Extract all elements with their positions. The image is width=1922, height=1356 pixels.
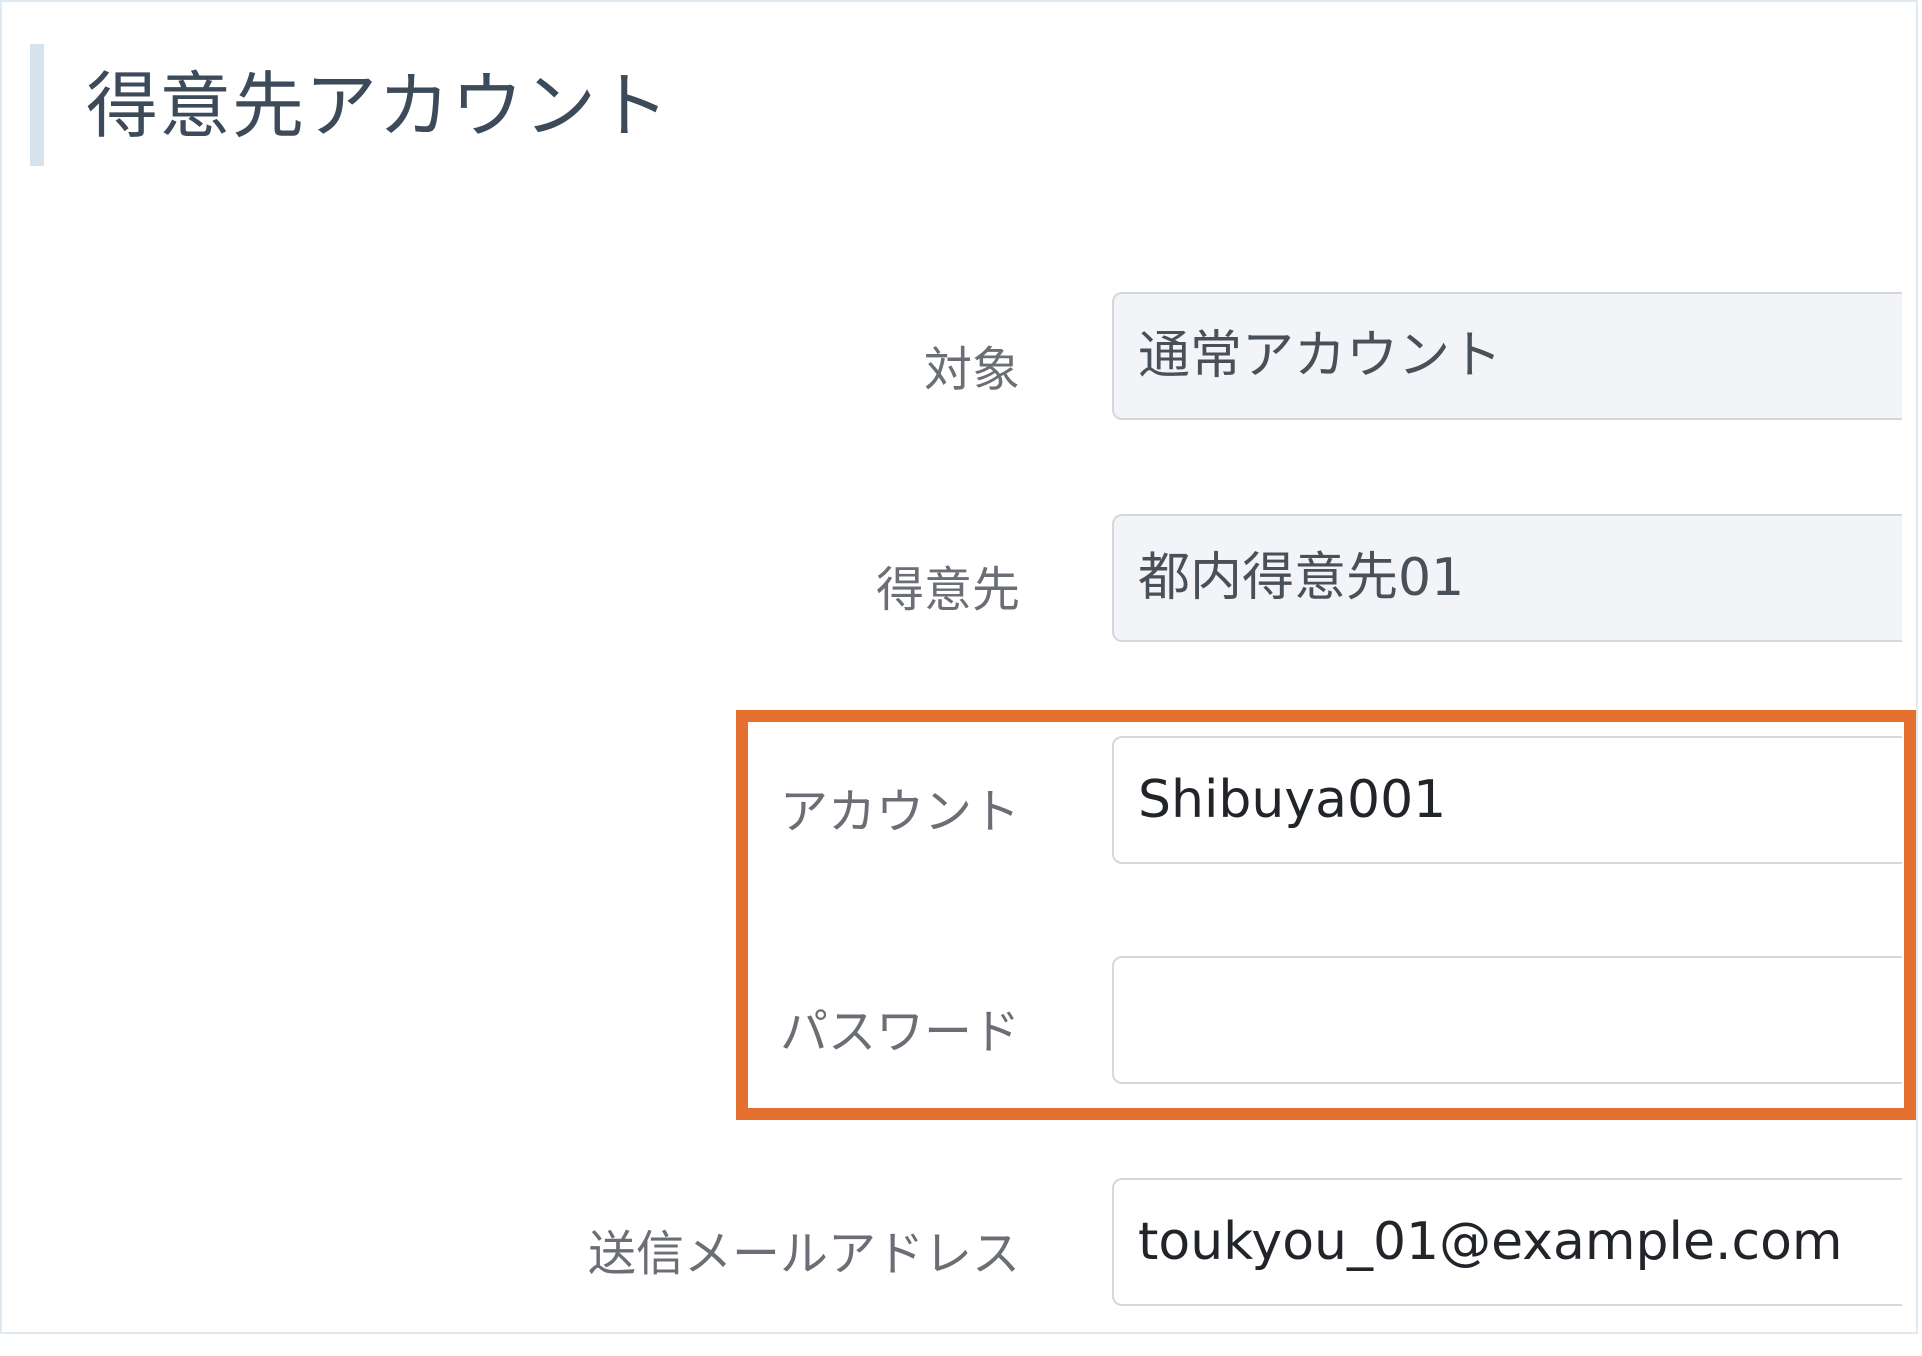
page-title: 得意先アカウント <box>86 64 671 148</box>
email-input[interactable]: toukyou_01@example.com <box>1112 1178 1902 1306</box>
password-label: パスワード <box>779 1004 1020 1060</box>
account-label: アカウント <box>779 784 1020 840</box>
page-frame: 得意先アカウント 対象 通常アカウント 得意先 都内得意先01 アカウント Sh… <box>0 0 1918 1334</box>
title-accent-bar <box>30 44 44 166</box>
customer-label: 得意先 <box>875 562 1020 618</box>
account-input[interactable]: Shibuya001 <box>1112 736 1902 864</box>
customer-field: 都内得意先01 <box>1112 514 1902 642</box>
target-label: 対象 <box>923 342 1020 398</box>
target-field: 通常アカウント <box>1112 292 1902 420</box>
password-input[interactable] <box>1112 956 1902 1084</box>
email-label: 送信メールアドレス <box>587 1226 1020 1282</box>
